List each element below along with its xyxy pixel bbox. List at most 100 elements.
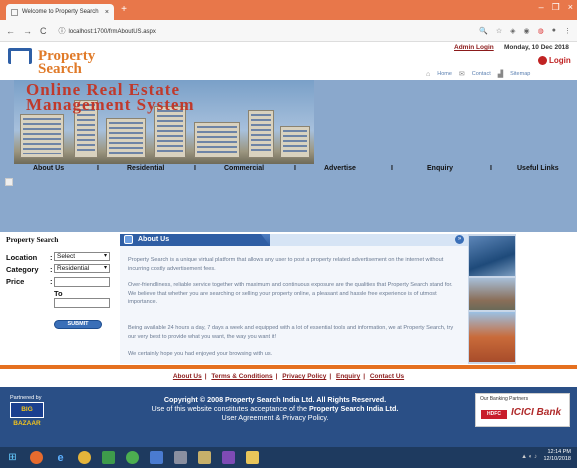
tools-icon[interactable] bbox=[174, 451, 187, 464]
tab-title: Welcome to Property Search bbox=[22, 9, 99, 15]
system-tray[interactable]: ▲ ◐ ♪ bbox=[521, 454, 537, 460]
building-photo bbox=[469, 278, 515, 310]
login-label: Login bbox=[549, 56, 571, 65]
location-select[interactable]: Select bbox=[54, 252, 110, 261]
big-bazaar-logo[interactable]: BIG BAZAAR bbox=[10, 402, 44, 427]
nav-separator: I bbox=[490, 165, 492, 172]
price-to-input[interactable] bbox=[54, 298, 110, 308]
url-text: localhost:1700/frmAboutUS.aspx bbox=[68, 28, 156, 35]
copyright-company: Property Search India Ltd. bbox=[308, 404, 399, 413]
hdfc-logo[interactable]: HDFC bbox=[481, 410, 507, 419]
photos-icon[interactable] bbox=[198, 451, 211, 464]
app-icon[interactable] bbox=[102, 451, 115, 464]
copyright-line2: Use of this website constitutes acceptan… bbox=[80, 404, 470, 413]
reload-icon[interactable]: C bbox=[40, 26, 47, 36]
collapse-icon[interactable]: » bbox=[455, 235, 464, 244]
category-label: Category bbox=[6, 265, 39, 274]
nav-useful-links[interactable]: Useful Links bbox=[517, 165, 559, 172]
chrome-icon[interactable] bbox=[78, 451, 91, 464]
about-paragraph: Over-friendliness, reliable service toge… bbox=[128, 282, 453, 305]
opera-icon[interactable]: ◍ bbox=[538, 27, 544, 35]
location-label: Location bbox=[6, 253, 38, 262]
browser-tab[interactable]: Welcome to Property Search × bbox=[6, 4, 114, 20]
banner-title: Online Real Estate Management System bbox=[26, 81, 195, 114]
minimize-button[interactable]: – bbox=[539, 2, 544, 13]
user-icon bbox=[538, 56, 547, 65]
admin-login-link[interactable]: Admin Login bbox=[454, 44, 494, 51]
home-icon: ⌂ bbox=[426, 70, 431, 78]
category-colon: : bbox=[50, 265, 53, 274]
category-select[interactable]: Residential bbox=[54, 264, 110, 273]
taskbar: ⊞ e bbox=[0, 447, 577, 468]
submit-button[interactable]: SUBMIT bbox=[54, 320, 102, 329]
menu-icon[interactable]: ⋮ bbox=[564, 27, 571, 35]
location-colon: : bbox=[50, 253, 53, 262]
forward-icon[interactable]: → bbox=[23, 26, 32, 36]
profile-icon[interactable]: ● bbox=[552, 27, 556, 34]
bookmark-star-icon[interactable]: ☆ bbox=[496, 27, 502, 35]
page-icon bbox=[11, 8, 18, 16]
firefox-icon[interactable] bbox=[30, 451, 43, 464]
nav-commercial[interactable]: Commercial bbox=[224, 165, 264, 172]
footer-divider bbox=[0, 365, 577, 369]
ie-icon[interactable]: e bbox=[54, 451, 67, 464]
broken-image-icon bbox=[5, 178, 13, 186]
clock-date: 12/10/2018 bbox=[543, 456, 571, 462]
nav-separator: I bbox=[97, 165, 99, 172]
sitemap-icon: ▟ bbox=[497, 71, 504, 78]
copyright-line2-text: Use of this website constitutes acceptan… bbox=[151, 404, 309, 413]
mail-icon: ✉ bbox=[458, 71, 465, 78]
icici-logo[interactable]: ICICI Bank bbox=[511, 407, 561, 418]
url-field[interactable]: ⓘ localhost:1700/frmAboutUS.aspx bbox=[59, 26, 472, 36]
visual-studio-icon[interactable] bbox=[222, 451, 235, 464]
window-controls: – ❐ × bbox=[539, 2, 573, 13]
new-tab-button[interactable]: + bbox=[118, 4, 130, 16]
footer-terms-link[interactable]: Terms & Conditions bbox=[211, 373, 272, 380]
building-photo bbox=[469, 236, 515, 276]
about-paragraph: Being available 24 hours a day, 7 days a… bbox=[128, 325, 454, 340]
price-label: Price bbox=[6, 277, 25, 286]
folder-icon[interactable] bbox=[246, 451, 259, 464]
property-search-title: Property Search bbox=[6, 235, 59, 244]
nav-enquiry[interactable]: Enquiry bbox=[427, 165, 453, 172]
footer-about-link[interactable]: About Us bbox=[173, 373, 202, 380]
maximize-button[interactable]: ❐ bbox=[552, 2, 560, 13]
house-logo-icon bbox=[8, 48, 32, 64]
nav-residential[interactable]: Residential bbox=[127, 165, 164, 172]
close-tab-icon[interactable]: × bbox=[105, 9, 109, 16]
copyright-line3: User Agreement & Privacy Policy. bbox=[221, 413, 329, 422]
home-link[interactable]: Home bbox=[437, 71, 452, 77]
zoom-icon[interactable]: 🔍 bbox=[479, 27, 488, 35]
nav-advertise[interactable]: Advertise bbox=[324, 165, 356, 172]
about-paragraph: We certainly hope you had enjoyed your b… bbox=[128, 351, 273, 357]
about-header-right bbox=[270, 234, 468, 246]
nav-about-us[interactable]: About Us bbox=[33, 165, 64, 172]
banner-title-line2: Management System bbox=[26, 95, 195, 114]
close-window-button[interactable]: × bbox=[568, 2, 573, 13]
windows-start-icon[interactable]: ⊞ bbox=[6, 451, 19, 464]
footer-privacy-link[interactable]: Privacy Policy bbox=[282, 373, 326, 380]
sitemap-link[interactable]: Sitemap bbox=[510, 71, 530, 77]
footer-enquiry-link[interactable]: Enquiry bbox=[336, 373, 360, 380]
footer-contact-link[interactable]: Contact Us bbox=[370, 373, 404, 380]
price-colon: : bbox=[50, 277, 53, 286]
sub-banner bbox=[0, 176, 577, 232]
extension-icon[interactable]: ◉ bbox=[524, 27, 530, 35]
contact-link[interactable]: Contact bbox=[472, 71, 491, 77]
shield-icon[interactable]: ◈ bbox=[510, 27, 515, 35]
back-icon[interactable]: ← bbox=[6, 26, 15, 36]
nav-separator: I bbox=[391, 165, 393, 172]
login-button[interactable]: Login bbox=[538, 56, 571, 65]
copyright: Copyright © 2008 Property Search India L… bbox=[80, 395, 470, 422]
site-logo[interactable]: Property Search bbox=[38, 49, 95, 77]
current-date: Monday, 10 Dec 2018 bbox=[504, 44, 569, 51]
chat-icon[interactable] bbox=[126, 451, 139, 464]
footer-links: About Us | Terms & Conditions | Privacy Po… bbox=[172, 373, 405, 380]
banking-label: Our Banking Partners bbox=[480, 396, 529, 402]
taskbar-clock[interactable]: 12:14 PM 12/10/2018 bbox=[543, 449, 571, 463]
price-from-input[interactable] bbox=[54, 277, 110, 287]
media-icon[interactable] bbox=[150, 451, 163, 464]
copyright-line1: Copyright © 2008 Property Search India L… bbox=[163, 395, 387, 404]
clock-time: 12:14 PM bbox=[547, 449, 571, 455]
nav-separator: I bbox=[294, 165, 296, 172]
